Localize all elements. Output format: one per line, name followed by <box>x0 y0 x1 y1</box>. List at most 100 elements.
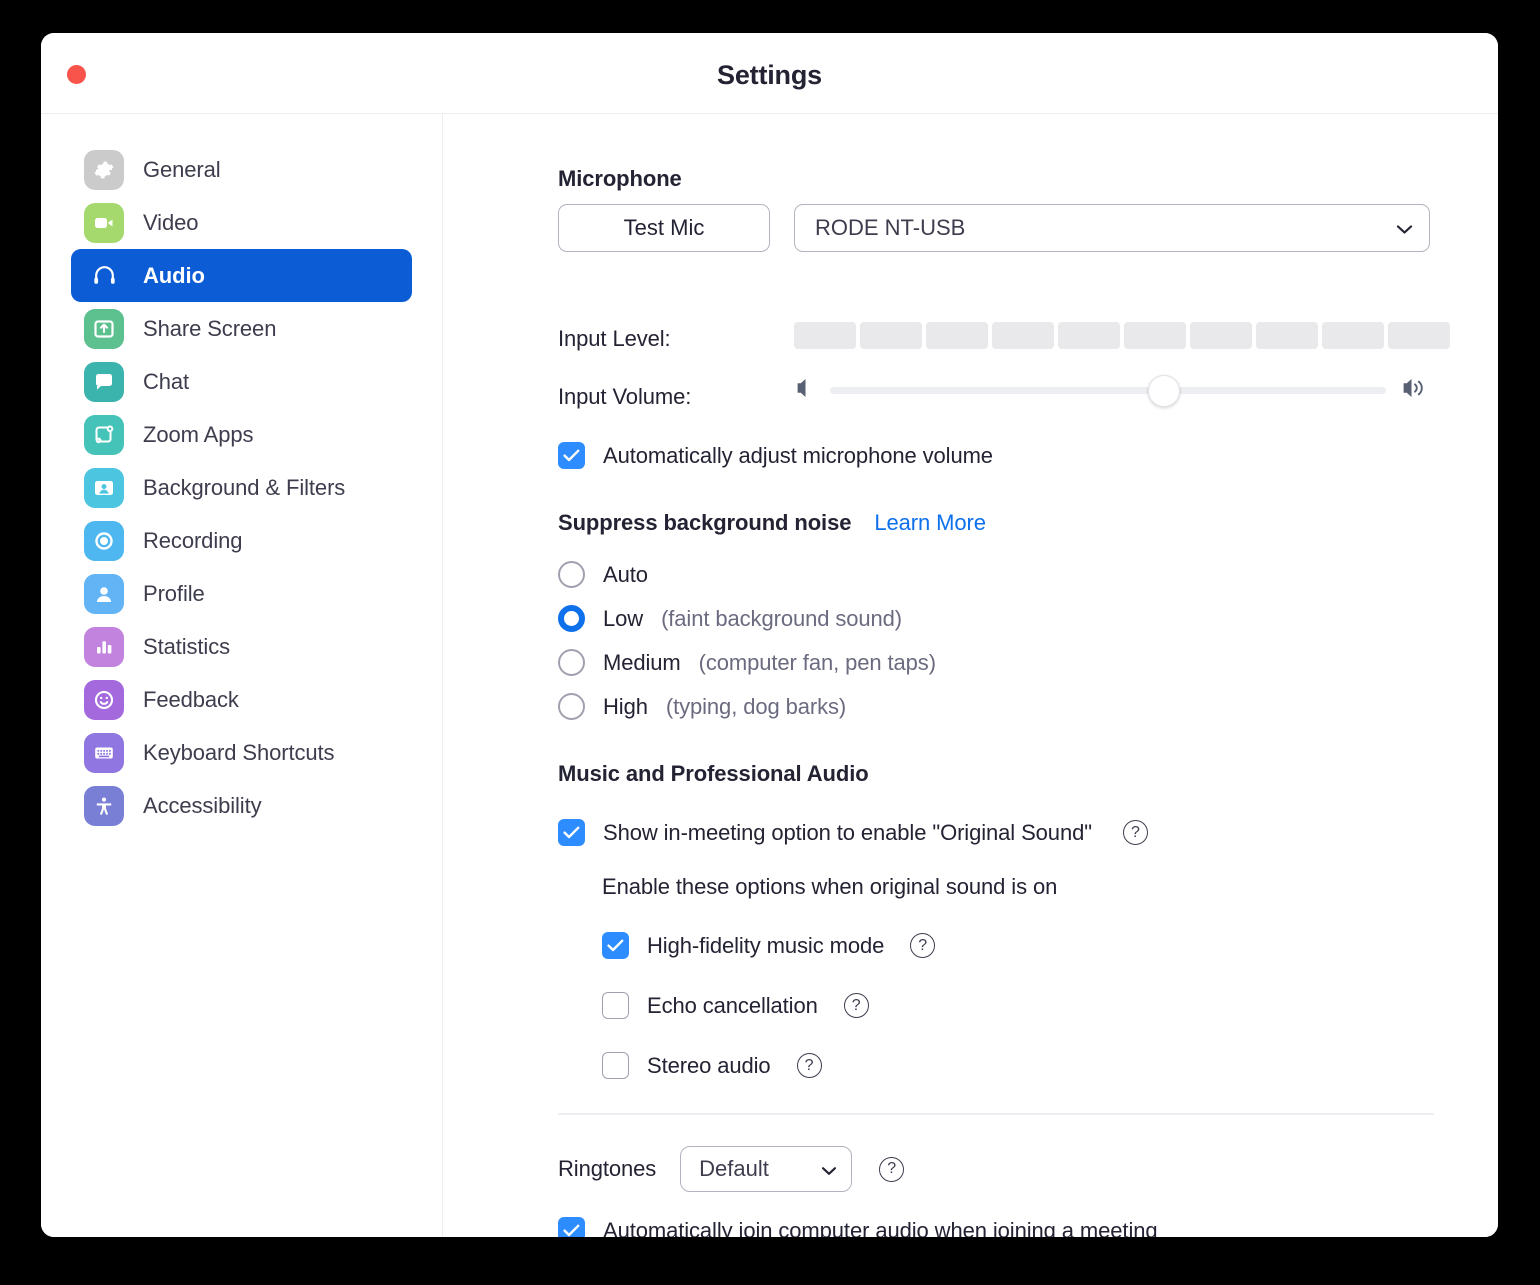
settings-window: Settings General Video Audio Share Scree… <box>41 33 1498 1237</box>
meter-segment <box>1256 322 1318 349</box>
sidebar-item-accessibility[interactable]: Accessibility <box>71 779 412 832</box>
sidebar-item-zoom-apps[interactable]: Zoom Apps <box>71 408 412 461</box>
noise-option-label: Low <box>603 605 644 631</box>
noise-option-low[interactable]: Low (faint background sound) <box>558 605 902 632</box>
sidebar-item-label: Background & Filters <box>143 474 346 500</box>
noise-option-label: Auto <box>603 561 648 587</box>
sidebar-item-label: Share Screen <box>143 315 277 341</box>
suppress-noise-heading: Suppress background noise <box>558 510 852 535</box>
hifi-music-mode-label: High-fidelity music mode <box>647 932 885 958</box>
noise-radio-high[interactable] <box>558 693 585 720</box>
meter-segment <box>926 322 988 349</box>
music-audio-heading: Music and Professional Audio <box>558 761 869 786</box>
echo-cancellation-help-icon[interactable]: ? <box>843 993 869 1018</box>
sidebar: General Video Audio Share Screen Chat Zo… <box>41 114 443 1237</box>
noise-radio-low[interactable] <box>558 605 585 632</box>
speaker-low-icon <box>796 377 814 404</box>
sidebar-item-share-screen[interactable]: Share Screen <box>71 302 412 355</box>
chat-bubble-icon <box>84 361 124 402</box>
sidebar-item-general[interactable]: General <box>71 143 412 196</box>
hifi-music-mode-row[interactable]: High-fidelity music mode ? <box>602 932 936 959</box>
original-sound-help-icon[interactable]: ? <box>1122 820 1148 845</box>
sidebar-item-statistics[interactable]: Statistics <box>71 620 412 673</box>
chevron-down-icon <box>1396 215 1413 241</box>
slider-thumb[interactable] <box>1147 374 1180 407</box>
echo-cancellation-checkbox[interactable] <box>602 992 629 1019</box>
record-circle-icon <box>84 520 124 561</box>
section-divider <box>558 1113 1434 1115</box>
suppress-noise-header: Suppress background noise Learn More <box>558 510 986 536</box>
sidebar-item-background-filters[interactable]: Background & Filters <box>71 461 412 514</box>
stereo-audio-help-icon[interactable]: ? <box>796 1053 822 1078</box>
ringtones-row: Ringtones Default ? <box>558 1146 905 1192</box>
sidebar-item-label: Keyboard Shortcuts <box>143 739 335 765</box>
sidebar-item-recording[interactable]: Recording <box>71 514 412 567</box>
meter-segment <box>1190 322 1252 349</box>
auto-join-audio-label: Automatically join computer audio when j… <box>603 1217 1158 1238</box>
input-level-meter <box>794 322 1450 349</box>
original-sound-checkbox[interactable] <box>558 819 585 846</box>
audio-settings-panel: Microphone Test Mic RODE NT-USB Input Le… <box>444 114 1498 1237</box>
noise-option-hint: (typing, dog barks) <box>665 693 847 719</box>
stereo-audio-row[interactable]: Stereo audio ? <box>602 1052 822 1079</box>
bar-chart-icon <box>84 626 124 667</box>
echo-cancellation-row[interactable]: Echo cancellation ? <box>602 992 869 1019</box>
input-volume-slider[interactable] <box>830 374 1386 407</box>
title-bar: Settings <box>41 33 1498 114</box>
microphone-device-select[interactable]: RODE NT-USB <box>794 204 1430 252</box>
sidebar-item-label: Audio <box>143 262 205 288</box>
sidebar-item-label: Profile <box>143 580 205 606</box>
hifi-music-mode-checkbox[interactable] <box>602 932 629 959</box>
echo-cancellation-label: Echo cancellation <box>647 992 818 1018</box>
auto-adjust-volume-checkbox[interactable] <box>558 442 585 469</box>
sidebar-item-keyboard-shortcuts[interactable]: Keyboard Shortcuts <box>71 726 412 779</box>
original-sound-row[interactable]: Show in-meeting option to enable "Origin… <box>558 819 1148 846</box>
video-camera-icon <box>84 202 124 243</box>
meter-segment <box>794 322 856 349</box>
sidebar-item-label: Chat <box>143 368 190 394</box>
input-volume-slider-row <box>796 374 1430 407</box>
chevron-down-icon <box>821 1156 837 1182</box>
stereo-audio-checkbox[interactable] <box>602 1052 629 1079</box>
meter-segment <box>860 322 922 349</box>
original-sound-label: Show in-meeting option to enable "Origin… <box>603 819 1092 845</box>
test-mic-button[interactable]: Test Mic <box>558 204 770 252</box>
input-level-label: Input Level: <box>558 326 671 351</box>
sidebar-item-label: Zoom Apps <box>143 421 254 447</box>
noise-radio-auto[interactable] <box>558 561 585 588</box>
noise-option-label: Medium <box>603 649 681 675</box>
auto-join-audio-checkbox[interactable] <box>558 1217 585 1237</box>
sidebar-item-feedback[interactable]: Feedback <box>71 673 412 726</box>
sidebar-item-label: Video <box>143 209 199 235</box>
input-volume-label: Input Volume: <box>558 384 692 409</box>
noise-radio-medium[interactable] <box>558 649 585 676</box>
sidebar-item-video[interactable]: Video <box>71 196 412 249</box>
noise-option-label: High <box>603 693 648 719</box>
ringtones-help-icon[interactable]: ? <box>879 1156 905 1182</box>
auto-adjust-volume-row[interactable]: Automatically adjust microphone volume <box>558 442 993 469</box>
noise-option-auto[interactable]: Auto <box>558 561 666 588</box>
person-icon <box>84 573 124 614</box>
meter-segment <box>1388 322 1450 349</box>
hifi-music-mode-help-icon[interactable]: ? <box>910 933 936 958</box>
sidebar-item-chat[interactable]: Chat <box>71 355 412 408</box>
auto-adjust-volume-label: Automatically adjust microphone volume <box>603 442 993 468</box>
meter-segment <box>1058 322 1120 349</box>
noise-option-medium[interactable]: Medium (computer fan, pen taps) <box>558 649 936 676</box>
auto-join-audio-row[interactable]: Automatically join computer audio when j… <box>558 1217 1158 1237</box>
sidebar-item-label: General <box>143 156 221 182</box>
speaker-high-icon <box>1402 377 1430 404</box>
ringtones-select[interactable]: Default <box>680 1146 853 1192</box>
keyboard-icon <box>84 732 124 773</box>
ringtones-value: Default <box>699 1156 769 1181</box>
learn-more-link[interactable]: Learn More <box>874 510 986 536</box>
sidebar-item-audio[interactable]: Audio <box>71 249 412 302</box>
page-title: Settings <box>717 60 822 90</box>
sidebar-item-profile[interactable]: Profile <box>71 567 412 620</box>
meter-segment <box>1322 322 1384 349</box>
zoom-apps-icon <box>84 414 124 455</box>
meter-segment <box>992 322 1054 349</box>
sidebar-item-label: Accessibility <box>143 792 262 818</box>
noise-option-high[interactable]: High (typing, dog barks) <box>558 693 846 720</box>
stereo-audio-label: Stereo audio <box>647 1052 771 1078</box>
